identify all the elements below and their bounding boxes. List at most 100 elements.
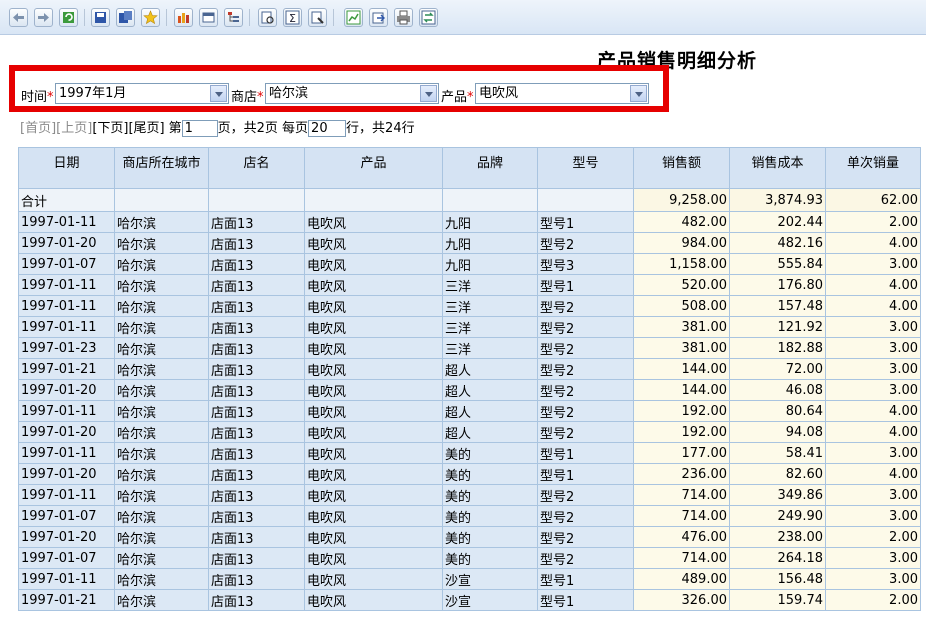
sales-cell: 381.00 <box>633 337 730 359</box>
column-header[interactable]: 销售成本 <box>729 147 826 189</box>
cost-cell: 121.92 <box>729 316 826 338</box>
column-header[interactable]: 单次销量 <box>825 147 921 189</box>
store-cell: 店面13 <box>208 232 305 254</box>
next-page-link[interactable]: [下页] <box>92 119 128 138</box>
sales-cell: 714.00 <box>633 505 730 527</box>
column-header[interactable]: 店名 <box>208 147 305 189</box>
model-cell: 型号2 <box>537 505 634 527</box>
last-page-link[interactable]: [尾页] <box>128 119 164 138</box>
save-as-icon[interactable] <box>116 8 135 27</box>
chart-edit-icon[interactable] <box>344 8 363 27</box>
city-cell: 哈尔滨 <box>114 568 209 590</box>
product-select-value: 电吹风 <box>479 86 519 101</box>
brand-cell: 美的 <box>442 463 538 485</box>
save-icon[interactable] <box>91 8 110 27</box>
product-cell: 电吹风 <box>304 232 443 254</box>
column-header[interactable]: 销售额 <box>633 147 730 189</box>
date-cell: 1997-01-11 <box>18 568 115 590</box>
cost-cell: 94.08 <box>729 421 826 443</box>
cost-cell: 182.88 <box>729 337 826 359</box>
city-cell: 哈尔滨 <box>114 442 209 464</box>
date-cell: 1997-01-11 <box>18 295 115 317</box>
table-row: 1997-01-11 哈尔滨 店面13 电吹风 三洋 型号2 508.00 157.48 4.0… <box>18 295 921 317</box>
cost-cell: 72.00 <box>729 358 826 380</box>
store-cell: 店面13 <box>208 358 305 380</box>
date-cell: 1997-01-20 <box>18 463 115 485</box>
brand-cell: 沙宣 <box>442 589 538 611</box>
brand-cell: 超人 <box>442 400 538 422</box>
product-cell: 电吹风 <box>304 526 443 548</box>
city-cell: 哈尔滨 <box>114 400 209 422</box>
table-row: 1997-01-20 哈尔滨 店面13 电吹风 超人 型号2 192.00 94.08 4.00 <box>18 421 921 443</box>
model-cell: 型号2 <box>537 526 634 548</box>
brand-cell: 九阳 <box>442 211 538 233</box>
swap-icon[interactable] <box>419 8 438 27</box>
qty-cell: 2.00 <box>825 589 921 611</box>
chevron-down-icon[interactable] <box>630 85 647 102</box>
column-header[interactable]: 日期 <box>18 147 115 189</box>
window-icon[interactable] <box>199 8 218 27</box>
export-icon[interactable] <box>369 8 388 27</box>
column-header[interactable]: 型号 <box>537 147 634 189</box>
brand-cell: 美的 <box>442 505 538 527</box>
qty-cell: 3.00 <box>825 547 921 569</box>
product-cell: 电吹风 <box>304 505 443 527</box>
table-row: 1997-01-11 哈尔滨 店面13 电吹风 超人 型号2 192.00 80.64 4.00 <box>18 400 921 422</box>
pager: [首页] [上页] [下页] [尾页] 第 1 页，共2页 每页 20 行，共2… <box>20 119 415 138</box>
store-label: 商店* <box>231 90 264 105</box>
date-cell: 1997-01-21 <box>18 589 115 611</box>
tree-icon[interactable] <box>224 8 243 27</box>
store-select[interactable]: 哈尔滨 <box>265 83 439 104</box>
column-header[interactable]: 产品 <box>304 147 443 189</box>
toolbar-separator <box>84 9 85 26</box>
product-cell: 电吹风 <box>304 211 443 233</box>
cost-cell: 238.00 <box>729 526 826 548</box>
sum-icon[interactable]: Σ <box>283 8 302 27</box>
cost-cell: 80.64 <box>729 400 826 422</box>
print-preview-icon[interactable] <box>258 8 277 27</box>
sales-cell: 714.00 <box>633 484 730 506</box>
table-row: 1997-01-11 哈尔滨 店面13 电吹风 三洋 型号1 520.00 176.80 4.0… <box>18 274 921 296</box>
query-icon[interactable] <box>308 8 327 27</box>
time-select[interactable]: 1997年1月 <box>55 83 229 104</box>
qty-cell: 3.00 <box>825 337 921 359</box>
city-cell: 哈尔滨 <box>114 379 209 401</box>
back-icon[interactable] <box>9 8 28 27</box>
city-cell: 哈尔滨 <box>114 295 209 317</box>
page-prefix: 第 <box>168 121 182 136</box>
toolbar-separator <box>166 9 167 26</box>
chevron-down-icon[interactable] <box>210 85 227 102</box>
city-cell: 哈尔滨 <box>114 505 209 527</box>
store-cell: 店面13 <box>208 421 305 443</box>
product-select[interactable]: 电吹风 <box>475 83 649 104</box>
column-header[interactable]: 品牌 <box>442 147 538 189</box>
model-cell: 型号2 <box>537 484 634 506</box>
favorite-icon[interactable] <box>141 8 160 27</box>
city-cell: 哈尔滨 <box>114 316 209 338</box>
store-cell: 店面13 <box>208 547 305 569</box>
table-row: 1997-01-20 哈尔滨 店面13 电吹风 美的 型号1 236.00 82.60 4.00 <box>18 463 921 485</box>
forward-icon[interactable] <box>34 8 53 27</box>
city-cell: 哈尔滨 <box>114 421 209 443</box>
sales-cell: 984.00 <box>633 232 730 254</box>
brand-cell: 美的 <box>442 547 538 569</box>
print-icon[interactable] <box>394 8 413 27</box>
store-cell: 店面13 <box>208 442 305 464</box>
header-row: 日期 商店所在城市 店名 产品 品牌 型号 销售额 销售成本 单次销量 <box>18 147 921 189</box>
column-header[interactable]: 商店所在城市 <box>114 147 209 189</box>
brand-cell: 三洋 <box>442 337 538 359</box>
page-number-input[interactable]: 1 <box>181 120 218 137</box>
date-cell: 1997-01-07 <box>18 253 115 275</box>
city-cell: 哈尔滨 <box>114 463 209 485</box>
table-row: 1997-01-20 哈尔滨 店面13 电吹风 美的 型号2 476.00 238.00 2.0… <box>18 526 921 548</box>
model-cell: 型号1 <box>537 589 634 611</box>
date-cell: 1997-01-23 <box>18 337 115 359</box>
qty-cell: 2.00 <box>825 211 921 233</box>
page-size-input[interactable]: 20 <box>308 120 347 137</box>
refresh-icon[interactable] <box>59 8 78 27</box>
chevron-down-icon[interactable] <box>420 85 437 102</box>
date-cell: 1997-01-20 <box>18 526 115 548</box>
model-cell: 型号2 <box>537 358 634 380</box>
date-cell: 1997-01-11 <box>18 442 115 464</box>
bar-chart-icon[interactable] <box>174 8 193 27</box>
